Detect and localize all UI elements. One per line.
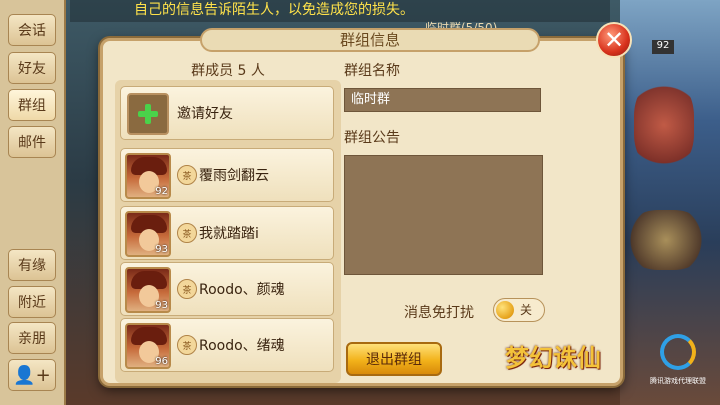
chat-side-menu: 会话 好友 群组 邮件 有缘 附近 亲朋 👤+ — [0, 0, 66, 405]
do-not-disturb-toggle[interactable]: 关 — [493, 298, 545, 322]
safety-notice: 自己的信息告诉陌生人，以免造成您的损失。 — [70, 0, 610, 22]
exit-group-button[interactable]: 退出群组 — [346, 342, 442, 376]
avatar: 92 — [125, 153, 171, 199]
group-name-label: 群组名称 — [344, 63, 400, 79]
publisher-logo: 腾讯游戏代理联盟 — [648, 330, 708, 400]
do-not-disturb-label: 消息免打扰 — [404, 305, 474, 321]
close-button[interactable]: ✕ — [596, 22, 632, 58]
menu-item-nearby[interactable]: 附近 — [8, 286, 56, 318]
background-level: 92 — [652, 40, 674, 54]
member-row[interactable]: 92 茶 覆雨剑翻云 — [120, 148, 334, 202]
invite-friend-label: 邀请好友 — [177, 106, 233, 122]
menu-item-chat[interactable]: 会话 — [8, 14, 56, 46]
group-notice-textarea[interactable] — [344, 155, 543, 275]
member-row[interactable]: 93 茶 Roodo、颜魂 — [120, 262, 334, 316]
group-name-field[interactable]: 临时群 — [344, 88, 541, 112]
member-level: 96 — [155, 356, 168, 367]
member-name: 覆雨剑翻云 — [199, 168, 269, 184]
close-icon: ✕ — [603, 26, 625, 54]
member-row[interactable]: 96 茶 Roodo、绪魂 — [120, 318, 334, 372]
add-friend-button[interactable]: 👤+ — [8, 359, 56, 391]
add-user-icon: 👤+ — [13, 364, 51, 386]
sect-badge-icon: 茶 — [177, 223, 197, 243]
sect-badge-icon: 茶 — [177, 279, 197, 299]
group-notice-label: 群组公告 — [344, 130, 400, 146]
sect-badge-icon: 茶 — [177, 165, 197, 185]
toggle-state-text: 关 — [520, 303, 533, 317]
character-sprite — [634, 80, 694, 170]
menu-item-friends[interactable]: 好友 — [8, 52, 56, 84]
invite-plus-icon — [127, 93, 169, 135]
menu-item-groups[interactable]: 群组 — [8, 89, 56, 121]
menu-item-mail[interactable]: 邮件 — [8, 126, 56, 158]
menu-item-fate[interactable]: 有缘 — [8, 249, 56, 281]
member-name: Roodo、绪魂 — [199, 338, 285, 354]
avatar: 93 — [125, 267, 171, 313]
character-sprite — [626, 210, 706, 270]
member-level: 93 — [155, 300, 168, 311]
publisher-ring-icon — [660, 334, 696, 370]
invite-friend-row[interactable]: 邀请好友 — [120, 86, 334, 140]
member-level: 93 — [155, 244, 168, 255]
publisher-name: 腾讯游戏代理联盟 — [650, 377, 706, 385]
members-count-title: 群成员 5 人 — [191, 63, 265, 79]
dialog-title: 群组信息 — [200, 28, 540, 52]
avatar: 96 — [125, 323, 171, 369]
avatar: 93 — [125, 211, 171, 257]
sect-badge-icon: 茶 — [177, 335, 197, 355]
member-name: 我就踏踏i — [199, 226, 259, 242]
member-name: Roodo、颜魂 — [199, 282, 285, 298]
menu-item-relatives[interactable]: 亲朋 — [8, 322, 56, 354]
member-level: 92 — [155, 186, 168, 197]
toggle-knob — [496, 301, 514, 319]
game-logo: 梦幻诛仙 — [505, 343, 601, 372]
member-row[interactable]: 93 茶 我就踏踏i — [120, 206, 334, 260]
